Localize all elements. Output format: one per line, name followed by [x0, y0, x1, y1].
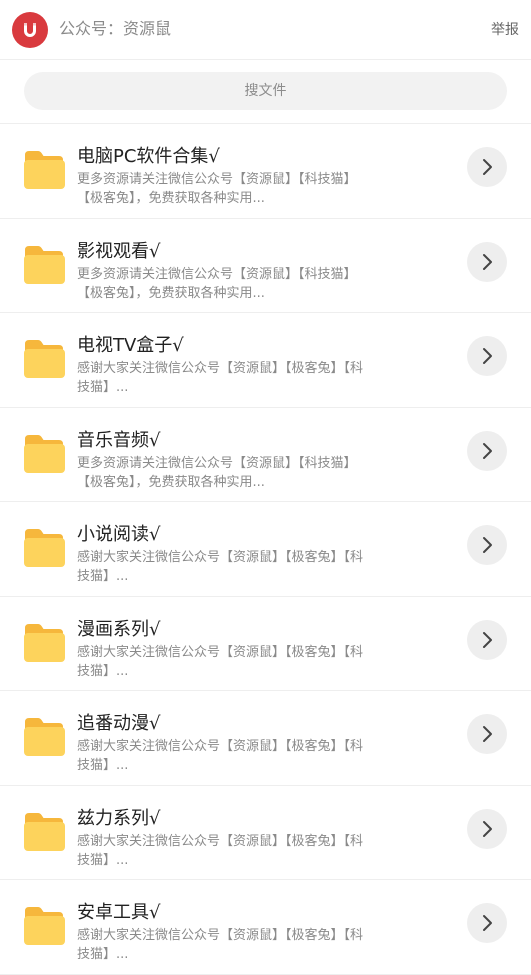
item-title: 小说阅读√ [77, 524, 161, 545]
list-item[interactable]: 安卓工具√ 感谢大家关注微信公众号【资源鼠】【极客兔】【科技猫】... [0, 880, 531, 975]
folder-icon [24, 907, 65, 945]
item-title: 电脑PC软件合集√ [77, 146, 220, 167]
folder-icon [24, 434, 65, 473]
item-title: 兹力系列√ [77, 807, 161, 829]
item-description: 感谢大家关注微信公众号【资源鼠】【极客兔】【科技猫】... [77, 550, 364, 584]
chevron-right-icon [483, 442, 492, 459]
folder-icon [24, 718, 65, 756]
chevron-right-icon [483, 348, 492, 364]
item-title: 安卓工具√ [77, 902, 161, 923]
item-description: 感谢大家关注微信公众号【资源鼠】【极客兔】【科技猫】... [77, 361, 364, 395]
open-button[interactable] [467, 147, 507, 187]
item-description: 感谢大家关注微信公众号【资源鼠】【极客兔】【科技猫】... [77, 739, 364, 773]
folder-icon [24, 623, 65, 662]
open-button[interactable] [467, 430, 507, 471]
item-title: 漫画系列√ [77, 618, 161, 640]
item-description: 感谢大家关注微信公众号【资源鼠】【极客兔】【科技猫】... [77, 644, 364, 679]
header-bar: 公众号：资源鼠 举报 [0, 0, 531, 60]
open-button[interactable] [467, 336, 507, 376]
open-button[interactable] [467, 903, 507, 943]
item-title: 影视观看√ [77, 240, 161, 262]
chevron-right-icon [483, 915, 492, 931]
avatar[interactable] [12, 12, 48, 48]
chevron-right-icon [483, 631, 492, 648]
search-input[interactable] [24, 72, 507, 110]
folder-icon [24, 529, 65, 567]
open-button[interactable] [467, 808, 507, 849]
open-button[interactable] [467, 241, 507, 282]
chevron-right-icon [483, 820, 492, 837]
folder-icon [24, 812, 65, 851]
item-title: 追番动漫√ [77, 713, 161, 734]
magnet-icon [24, 23, 36, 37]
chevron-right-icon [483, 726, 492, 742]
item-description: 更多资源请关注微信公众号【资源鼠】【科技猫】【极客兔】，免费获取各种实用... [77, 266, 357, 301]
item-description: 更多资源请关注微信公众号【资源鼠】【科技猫】【极客兔】，免费获取各种实用... [77, 455, 357, 490]
account-name: 公众号：资源鼠 [59, 19, 172, 38]
open-button[interactable] [467, 619, 507, 660]
chevron-right-icon [483, 253, 492, 270]
list-item[interactable]: 电视TV盒子√ 感谢大家关注微信公众号【资源鼠】【极客兔】【科技猫】... [0, 313, 531, 408]
list-item[interactable]: 兹力系列√ 感谢大家关注微信公众号【资源鼠】【极客兔】【科技猫】... [0, 786, 531, 880]
item-title: 电视TV盒子√ [77, 335, 184, 356]
item-description: 感谢大家关注微信公众号【资源鼠】【极客兔】【科技猫】... [77, 833, 364, 868]
chevron-right-icon [483, 537, 492, 553]
open-button[interactable] [467, 714, 507, 754]
open-button[interactable] [467, 525, 507, 565]
list-item[interactable]: 小说阅读√ 感谢大家关注微信公众号【资源鼠】【极客兔】【科技猫】... [0, 502, 531, 597]
folder-icon [24, 340, 65, 378]
list-item[interactable]: 影视观看√ 更多资源请关注微信公众号【资源鼠】【科技猫】【极客兔】，免费获取各种… [0, 219, 531, 313]
search-bar [0, 60, 531, 124]
folder-icon [24, 151, 65, 189]
folder-icon [24, 245, 65, 284]
report-link[interactable]: 举报 [491, 19, 519, 41]
item-title: 音乐音频√ [77, 429, 161, 451]
list-item[interactable]: 漫画系列√ 感谢大家关注微信公众号【资源鼠】【极客兔】【科技猫】... [0, 597, 531, 691]
list-item[interactable]: 追番动漫√ 感谢大家关注微信公众号【资源鼠】【极客兔】【科技猫】... [0, 691, 531, 786]
item-description: 感谢大家关注微信公众号【资源鼠】【极客兔】【科技猫】... [77, 928, 364, 962]
file-list: 电脑PC软件合集√ 更多资源请关注微信公众号【资源鼠】【科技猫】【极客兔】，免费… [0, 124, 531, 975]
list-item[interactable]: 电脑PC软件合集√ 更多资源请关注微信公众号【资源鼠】【科技猫】【极客兔】，免费… [0, 124, 531, 219]
item-description: 更多资源请关注微信公众号【资源鼠】【科技猫】【极客兔】，免费获取各种实用... [77, 172, 357, 206]
chevron-right-icon [483, 159, 492, 175]
list-item[interactable]: 音乐音频√ 更多资源请关注微信公众号【资源鼠】【科技猫】【极客兔】，免费获取各种… [0, 408, 531, 502]
